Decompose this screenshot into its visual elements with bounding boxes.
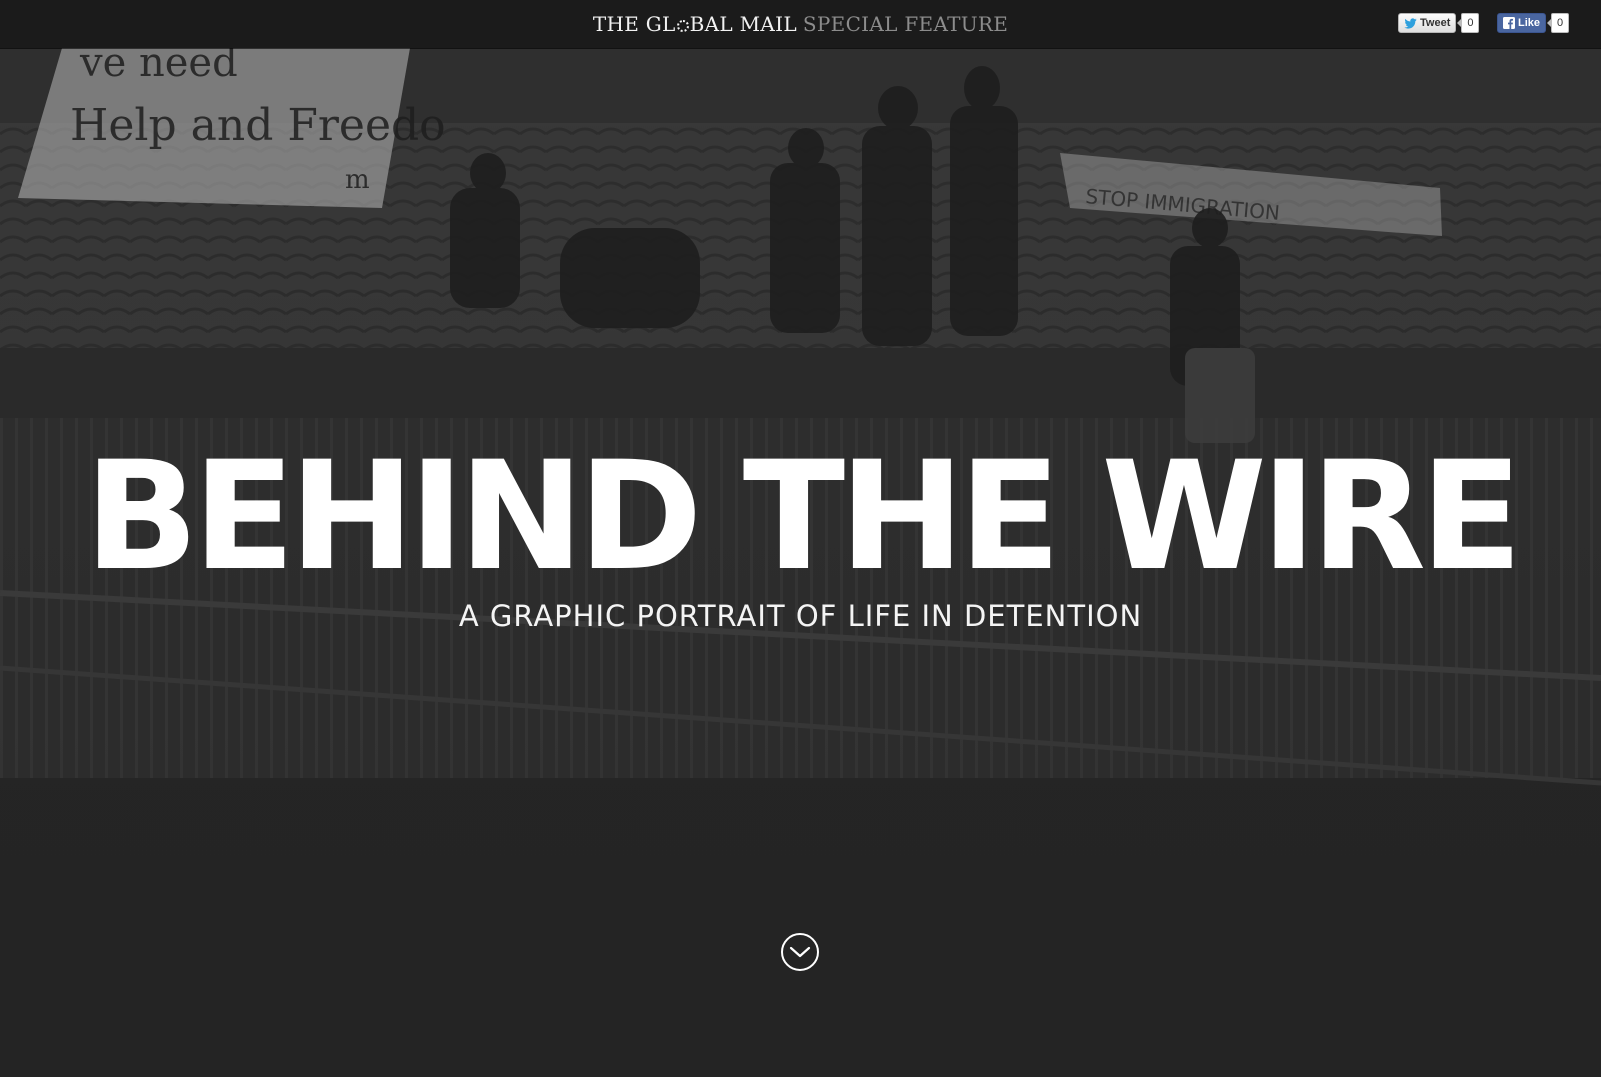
- page-subtitle: A GRAPHIC PORTRAIT OF LIFE IN DETENTION: [458, 599, 1143, 633]
- tweet-button[interactable]: Tweet: [1398, 13, 1457, 33]
- page: ve need Help and Freedo m STOP IMMIGRATI…: [0, 0, 1601, 1077]
- svg-text:ve need: ve need: [79, 48, 238, 86]
- tweet-count: 0: [1457, 13, 1480, 33]
- globe-icon: [676, 20, 689, 32]
- banner-left: ve need Help and Freedo m: [18, 48, 446, 208]
- twitter-bird-icon: [1404, 17, 1417, 29]
- top-bar: THE GL BAL MAIL SPECIAL FEATURE Tweet 0 Li…: [0, 0, 1601, 48]
- tweet-widget: Tweet 0: [1398, 13, 1480, 33]
- brand-name: THE GL BAL MAIL: [592, 12, 797, 36]
- like-label: Like: [1518, 17, 1541, 29]
- brand[interactable]: THE GL BAL MAIL SPECIAL FEATURE: [0, 12, 1601, 36]
- tweet-label: Tweet: [1420, 17, 1451, 29]
- chevron-down-circle-icon: [789, 946, 811, 958]
- svg-text:m: m: [345, 165, 370, 195]
- facebook-like-button[interactable]: Like: [1497, 13, 1547, 33]
- svg-text:Help and Freedo: Help and Freedo: [70, 100, 446, 151]
- like-count: 0: [1546, 13, 1570, 33]
- page-title: BEHIND THE WIRE: [84, 430, 1522, 604]
- special-feature-label: SPECIAL FEATURE: [802, 12, 1009, 36]
- gutter: [0, 348, 1601, 418]
- facebook-f-icon: [1503, 17, 1515, 29]
- like-widget: Like 0: [1497, 13, 1570, 33]
- scroll-down-button[interactable]: [781, 933, 819, 971]
